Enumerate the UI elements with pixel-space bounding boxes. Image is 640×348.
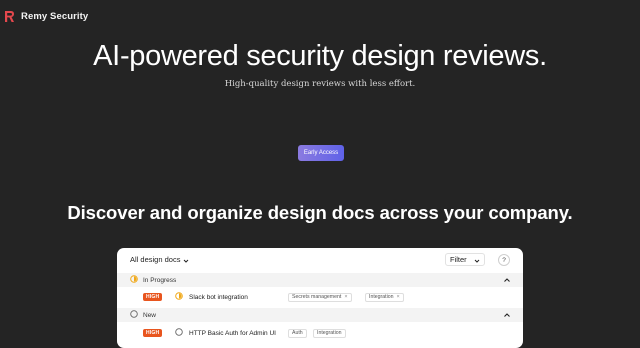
design-docs-panel: All design docs Filter ? In Progress HIG… [117,248,523,348]
doc-name[interactable]: HTTP Basic Auth for Admin UI [189,330,276,337]
panel-header: All design docs Filter ? [117,248,523,273]
in-progress-icon [130,275,138,285]
chevron-up-icon[interactable] [503,276,511,284]
remy-logo-icon[interactable] [4,10,15,23]
top-bar: Remy Security [4,10,88,23]
tag-label: Integration [317,330,342,336]
doc-name[interactable]: Slack bot integration [189,294,248,301]
tag-label: Integration [369,294,394,300]
tag-chip[interactable]: Integration [313,328,346,338]
all-design-docs-dropdown[interactable]: All design docs [130,255,189,264]
doc-row[interactable]: HIGH Slack bot integration Secrets manag… [117,289,523,305]
close-icon[interactable]: × [397,294,400,300]
hero-subtitle: High-quality design reviews with less ef… [224,79,416,89]
tag-label: Auth [292,330,303,336]
tag-chip[interactable]: Integration × [365,292,404,302]
chevron-up-icon[interactable] [503,311,511,319]
hero-title: AI-powered security design reviews. [93,40,547,72]
group-label: In Progress [143,276,177,284]
filter-label: Filter [450,255,467,264]
in-progress-icon [175,292,183,302]
help-button[interactable]: ? [498,254,510,266]
circle-icon [175,328,183,338]
brand-name[interactable]: Remy Security [21,11,88,22]
tag-chip[interactable]: Auth [288,328,307,338]
close-icon[interactable]: × [344,294,347,300]
circle-icon [130,310,138,320]
tag-label: Secrets management [292,294,342,300]
chevron-down-icon [183,257,189,263]
early-access-button[interactable]: Early Access [298,145,344,161]
dropdown-label: All design docs [130,255,181,264]
group-label: New [143,311,157,319]
section-title: Discover and organize design docs across… [67,202,573,223]
tag-chip[interactable]: Secrets management × [288,292,352,302]
group-header-new[interactable]: New [117,308,523,322]
priority-badge: HIGH [143,293,163,301]
chevron-down-icon [474,257,480,263]
group-header-in-progress[interactable]: In Progress [117,273,523,287]
doc-row[interactable]: HIGH HTTP Basic Auth for Admin UI Auth I… [117,325,523,341]
filter-select[interactable]: Filter [445,253,485,266]
priority-badge: HIGH [143,329,163,337]
